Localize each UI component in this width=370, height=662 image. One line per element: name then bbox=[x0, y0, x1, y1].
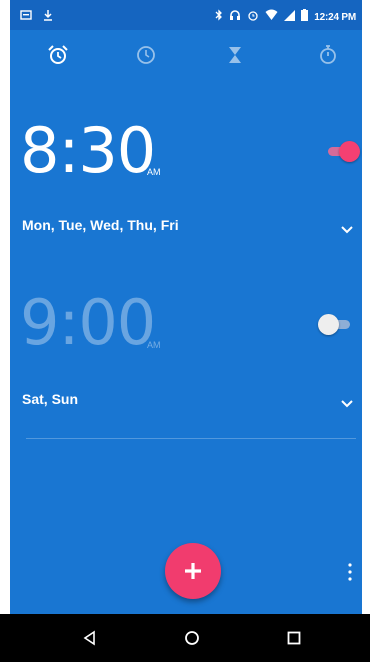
alarm-toggle[interactable] bbox=[326, 140, 360, 162]
plus-icon bbox=[185, 563, 201, 579]
chevron-down-icon[interactable] bbox=[340, 222, 354, 240]
battery-icon bbox=[301, 8, 309, 26]
alarm-icon bbox=[247, 8, 259, 26]
tab-clock[interactable] bbox=[126, 44, 166, 80]
alarm-time[interactable]: 8:30 bbox=[20, 120, 156, 182]
tab-alarm[interactable] bbox=[38, 44, 78, 80]
recents-icon[interactable] bbox=[282, 628, 306, 648]
tab-timer[interactable] bbox=[215, 44, 255, 80]
clock-icon bbox=[137, 46, 155, 64]
status-time: 12:24 PM bbox=[314, 11, 356, 23]
download-icon bbox=[42, 8, 54, 26]
stopwatch-icon bbox=[320, 45, 336, 64]
app-screen: 12:24 PM 8:30 AM Mon, Tue, Wed, Thu, Fri… bbox=[10, 0, 362, 662]
status-bar: 12:24 PM bbox=[10, 0, 362, 30]
alarm-ampm: AM bbox=[147, 167, 161, 177]
alarm-clock-icon bbox=[48, 45, 68, 64]
signal-icon bbox=[284, 8, 296, 26]
back-icon[interactable] bbox=[78, 628, 102, 648]
tab-stopwatch[interactable] bbox=[308, 44, 348, 80]
bluetooth-icon bbox=[215, 8, 223, 26]
alarm-days: Sat, Sun bbox=[22, 391, 79, 407]
alarm-time[interactable]: 9:00 bbox=[20, 292, 156, 354]
divider bbox=[26, 438, 356, 439]
more-vert-icon[interactable] bbox=[344, 562, 356, 582]
chevron-down-icon[interactable] bbox=[340, 396, 354, 414]
alarm-toggle[interactable] bbox=[318, 313, 352, 335]
home-icon[interactable] bbox=[180, 628, 204, 648]
cast-icon bbox=[20, 8, 32, 26]
alarm-ampm: AM bbox=[147, 340, 161, 350]
hourglass-icon bbox=[229, 47, 241, 63]
alarm-days: Mon, Tue, Wed, Thu, Fri bbox=[22, 217, 179, 233]
wifi-icon bbox=[265, 8, 278, 26]
headset-icon bbox=[229, 8, 241, 26]
navigation-bar bbox=[0, 614, 370, 662]
add-alarm-button[interactable] bbox=[165, 543, 221, 599]
tab-bar bbox=[10, 44, 362, 80]
